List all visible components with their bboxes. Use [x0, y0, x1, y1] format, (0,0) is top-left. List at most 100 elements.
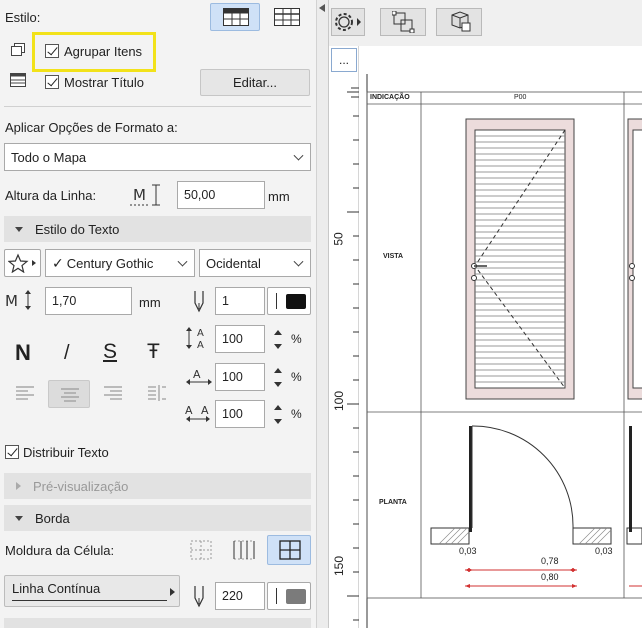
apply-format-value: Todo o Mapa	[11, 149, 87, 165]
align-left-icon[interactable]	[16, 385, 34, 401]
gear-icon	[335, 13, 361, 31]
apply-format-label: Aplicar Opções de Formato a:	[5, 120, 178, 135]
ruler-corner-button[interactable]: ...	[331, 48, 357, 72]
expand-triangle-icon	[15, 515, 23, 521]
show-title-label: Mostrar Título	[64, 75, 144, 90]
width-factor-icon: A	[186, 368, 212, 385]
row-height-label: Altura da Linha:	[5, 188, 97, 203]
stepper-up[interactable]	[267, 325, 289, 339]
show-title-icon	[10, 73, 26, 87]
vertical-ruler-ticks	[347, 87, 359, 621]
bold-button[interactable]: N	[15, 340, 31, 366]
star-icon	[8, 253, 36, 273]
header-indicacao: INDICAÇÃO	[370, 94, 410, 101]
fit-view-button[interactable]	[380, 8, 426, 36]
distribute-text-label: Distribuir Texto	[23, 445, 109, 460]
drawing-canvas[interactable]: INDICAÇÃO P00 VISTA PLANTA 0,03 0,03 0,7…	[359, 46, 642, 628]
row-height-unit: mm	[268, 189, 290, 204]
chevron-right-icon	[170, 588, 175, 596]
swatch-divider	[276, 588, 277, 604]
stepper-down[interactable]	[267, 377, 289, 391]
letter-spacing-input[interactable]: 100	[215, 400, 265, 428]
italic-button[interactable]: /	[64, 342, 70, 365]
distribute-text-checkbox[interactable]	[5, 445, 19, 459]
door-elevation-drawing	[465, 118, 575, 400]
font-value: Century Gothic	[66, 255, 154, 271]
collapse-arrow-icon[interactable]	[319, 4, 325, 12]
width-factor-input[interactable]: 100	[215, 363, 265, 391]
dim-left-label: 0,03	[459, 546, 477, 556]
row-height-input[interactable]: 50,00	[177, 181, 265, 209]
svg-text:A: A	[185, 404, 193, 417]
stepper-down[interactable]	[267, 339, 289, 353]
group-items-icon	[11, 43, 25, 56]
apply-format-select[interactable]: Todo o Mapa	[4, 143, 311, 171]
svg-text:A: A	[197, 340, 204, 350]
next-section-header[interactable]	[4, 618, 311, 628]
percent-label: %	[291, 407, 302, 421]
text-color-swatch-button[interactable]	[267, 287, 311, 315]
frame-vertical-icon[interactable]	[233, 540, 255, 560]
align-justify-icon[interactable]	[148, 384, 166, 402]
font-select[interactable]: ✓ Century Gothic	[45, 249, 195, 277]
expand-triangle-icon	[15, 226, 23, 232]
collapsed-triangle-icon	[16, 482, 21, 490]
chevron-down-icon	[293, 256, 304, 267]
border-pen-input[interactable]: 220	[215, 582, 265, 610]
width-factor-stepper[interactable]	[267, 363, 289, 391]
ruler-label-100: 100	[332, 390, 347, 412]
line-spacing-input[interactable]: 100	[215, 325, 265, 353]
letter-spacing-stepper[interactable]	[267, 400, 289, 428]
strikethrough-button[interactable]: Ŧ	[147, 340, 160, 364]
style-label: Estilo:	[5, 10, 41, 25]
row-height-icon: M	[130, 184, 160, 206]
text-pen-input[interactable]: 1	[215, 287, 265, 315]
stepper-up[interactable]	[267, 400, 289, 414]
ruler-label-50: 50	[331, 232, 346, 246]
border-color-swatch	[286, 589, 306, 604]
separator	[4, 106, 311, 107]
svg-text:A: A	[197, 328, 204, 339]
group-items-checkbox[interactable]	[45, 44, 59, 58]
preview-3d-button[interactable]	[436, 8, 482, 36]
row-label-planta: PLANTA	[379, 499, 407, 506]
stepper-up[interactable]	[267, 363, 289, 377]
show-title-checkbox[interactable]	[45, 75, 59, 89]
settings-menu-button[interactable]	[331, 8, 365, 36]
percent-label: %	[291, 370, 302, 384]
chevron-down-icon	[177, 256, 188, 267]
line-type-select[interactable]: Linha Contínua	[4, 575, 180, 607]
script-select[interactable]: Ocidental	[199, 249, 311, 277]
favorites-button[interactable]	[4, 249, 41, 277]
font-size-input[interactable]: 1,70	[45, 287, 132, 315]
border-section-header[interactable]: Borda	[4, 505, 311, 531]
next-door-elevation	[627, 118, 642, 400]
stepper-down[interactable]	[267, 414, 289, 428]
svg-text:A: A	[193, 368, 201, 381]
frame-all-icon	[279, 540, 301, 560]
line-spacing-stepper[interactable]	[267, 325, 289, 353]
letter-spacing-icon: A A	[185, 404, 210, 422]
ruler-label-150: 150	[332, 555, 347, 577]
preview-section-header[interactable]: Pré-visualização	[4, 473, 311, 499]
align-center-button[interactable]	[48, 380, 90, 408]
frame-all-button[interactable]	[267, 535, 311, 565]
border-color-swatch-button[interactable]	[267, 582, 311, 610]
table-header-icon	[223, 8, 249, 26]
chevron-down-icon	[293, 150, 304, 161]
script-value: Ocidental	[206, 255, 261, 271]
text-style-section-header[interactable]: Estilo do Texto	[4, 216, 311, 242]
svg-text:M: M	[133, 186, 146, 204]
align-right-icon[interactable]	[104, 385, 122, 401]
style-grid-with-header-button[interactable]	[210, 3, 260, 31]
table-grid-icon	[274, 8, 300, 26]
panel-splitter[interactable]	[316, 0, 329, 628]
edit-button[interactable]: Editar...	[200, 69, 310, 96]
pen-icon	[194, 291, 204, 313]
line-spacing-icon: A A	[186, 327, 204, 350]
align-center-icon	[61, 388, 79, 402]
underline-button[interactable]: S	[103, 340, 117, 364]
font-size-icon: M	[5, 290, 31, 310]
style-grid-button[interactable]	[262, 3, 310, 31]
frame-outer-icon[interactable]	[190, 540, 212, 560]
